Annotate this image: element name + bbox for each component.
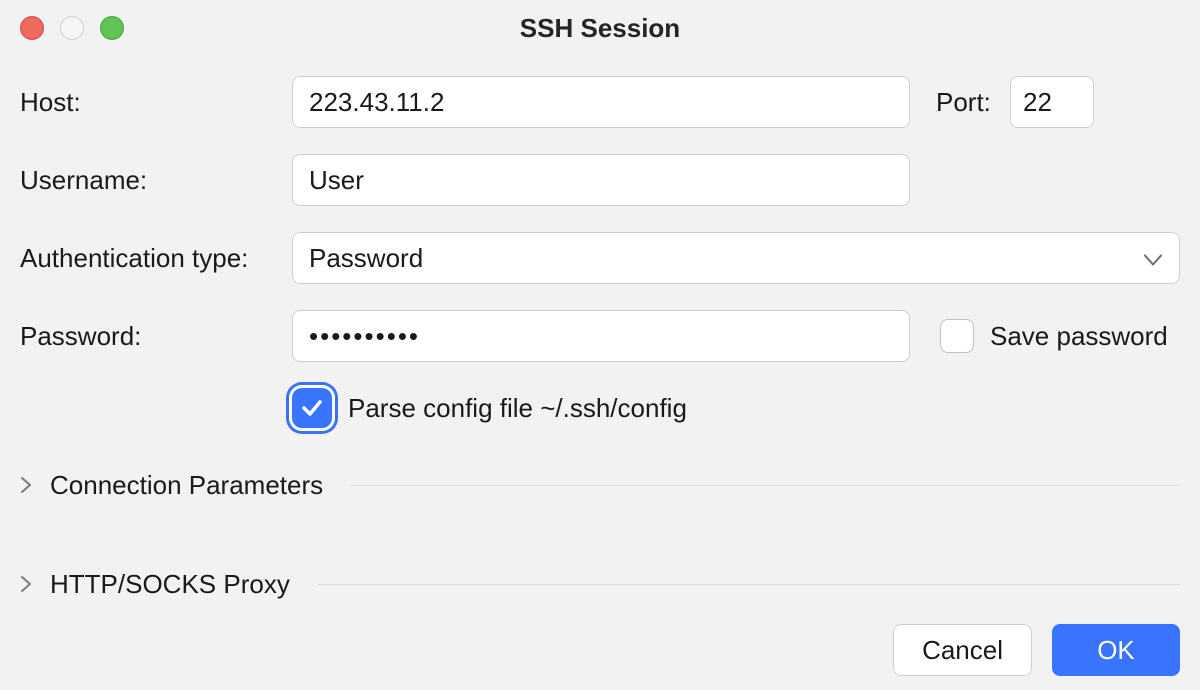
username-label: Username: [20,165,292,196]
parse-config-label: Parse config file ~/.ssh/config [348,393,687,424]
username-input[interactable] [292,154,910,206]
host-label: Host: [20,87,292,118]
chevron-right-icon [20,569,32,600]
zoom-window-button[interactable] [100,16,124,40]
ssh-session-form: Host: Port: Username: Authentication typ… [0,56,1200,612]
password-input[interactable] [292,310,910,362]
divider [318,584,1180,585]
minimize-window-button[interactable] [60,16,84,40]
parse-config-checkbox[interactable] [292,388,332,428]
port-label: Port: [936,87,1010,118]
auth-type-label: Authentication type: [20,243,292,274]
connection-parameters-label: Connection Parameters [50,470,323,501]
port-input[interactable] [1010,76,1094,128]
save-password-checkbox[interactable] [940,319,974,353]
checkmark-icon [300,396,324,420]
save-password-label: Save password [990,321,1168,352]
auth-type-select[interactable]: Password [292,232,1180,284]
close-window-button[interactable] [20,16,44,40]
divider [351,485,1180,486]
window-traffic-lights [20,16,124,40]
window-title: SSH Session [0,0,1200,56]
chevron-right-icon [20,470,32,501]
http-socks-proxy-expander[interactable]: HTTP/SOCKS Proxy [20,557,1180,612]
cancel-button[interactable]: Cancel [893,624,1032,676]
password-label: Password: [20,321,292,352]
dialog-footer: Cancel OK [893,624,1180,676]
http-socks-proxy-label: HTTP/SOCKS Proxy [50,569,290,600]
ok-button[interactable]: OK [1052,624,1180,676]
host-input[interactable] [292,76,910,128]
auth-type-value: Password [309,243,423,274]
connection-parameters-expander[interactable]: Connection Parameters [20,458,1180,513]
